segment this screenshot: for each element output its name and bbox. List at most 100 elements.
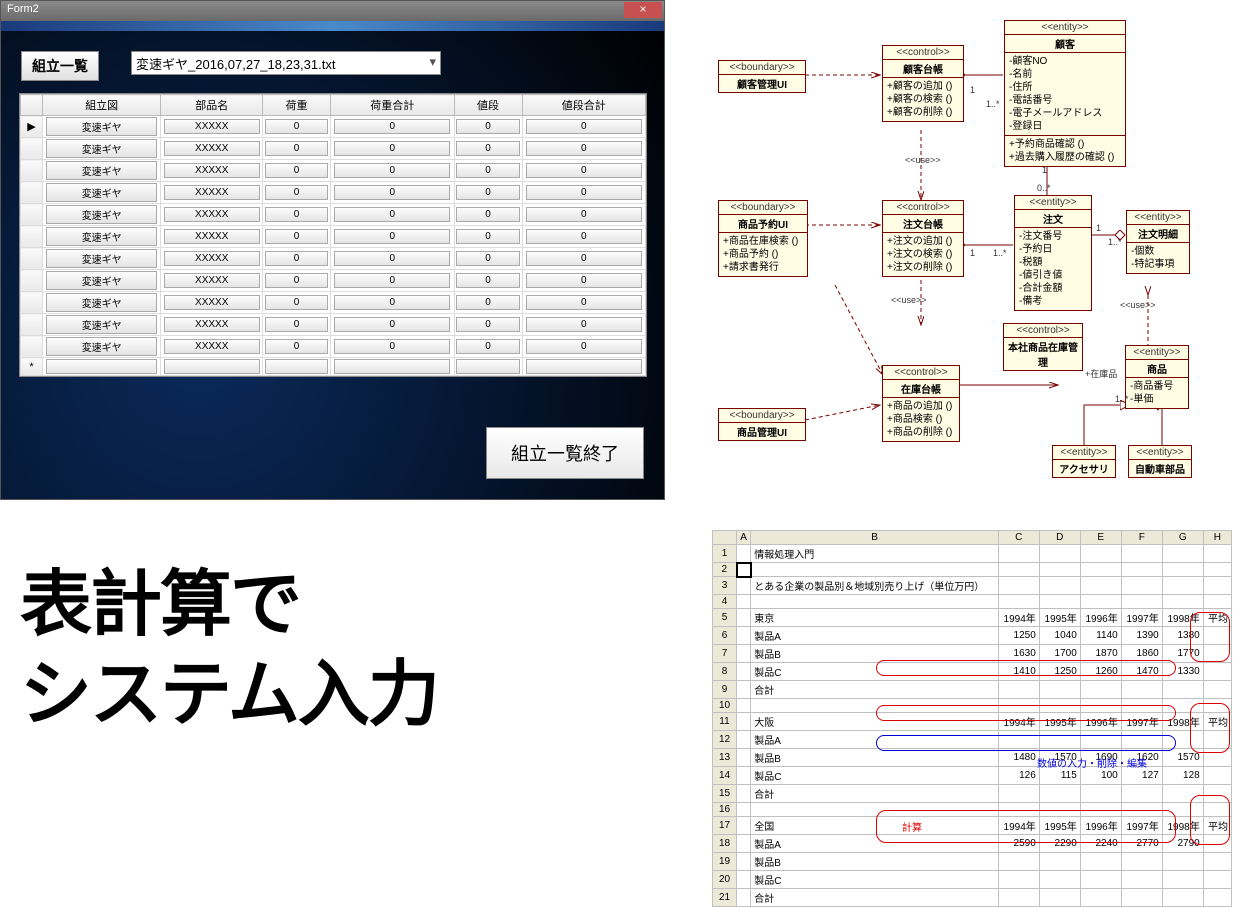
sheet-cell[interactable] [1162, 563, 1203, 577]
sheet-cell[interactable] [1080, 871, 1121, 889]
sheet-cell[interactable] [1162, 699, 1203, 713]
sheet-cell[interactable] [1162, 785, 1203, 803]
grid-column-header[interactable]: 組立図 [43, 95, 161, 116]
sheet-cell[interactable] [737, 645, 751, 663]
grid-new-row[interactable]: * [21, 358, 43, 376]
sheet-cell[interactable]: 合計 [751, 889, 999, 907]
grid-cell[interactable]: 0 [331, 138, 454, 160]
grid-cell[interactable]: XXXXX [161, 270, 263, 292]
sheet-col-header[interactable]: A [737, 531, 751, 545]
grid-cell[interactable]: 0 [263, 182, 331, 204]
grid-cell[interactable]: 変速ギヤ [43, 226, 161, 248]
grid-cell[interactable]: 変速ギヤ [43, 204, 161, 226]
grid-row-header[interactable] [21, 314, 43, 336]
grid-cell[interactable]: 0 [331, 204, 454, 226]
sheet-cell[interactable] [998, 785, 1039, 803]
sheet-cell[interactable] [751, 563, 999, 577]
grid-column-header[interactable]: 部品名 [161, 95, 263, 116]
sheet-cell[interactable] [1203, 785, 1231, 803]
grid-cell[interactable]: 0 [263, 292, 331, 314]
grid-cell[interactable]: 0 [522, 204, 645, 226]
sheet-cell[interactable] [1039, 563, 1080, 577]
sheet-cell[interactable]: 1480 [998, 749, 1039, 767]
grid-row-header[interactable] [21, 292, 43, 314]
sheet-cell[interactable] [1203, 645, 1231, 663]
sheet-cell[interactable] [1162, 545, 1203, 563]
sheet-cell[interactable] [998, 681, 1039, 699]
sheet-cell[interactable] [998, 871, 1039, 889]
sheet-cell[interactable] [1162, 731, 1203, 749]
grid-row-header[interactable] [21, 248, 43, 270]
grid-cell[interactable]: 0 [331, 314, 454, 336]
grid-cell[interactable]: 0 [331, 292, 454, 314]
sheet-cell[interactable] [1203, 731, 1231, 749]
grid-row-header[interactable] [21, 226, 43, 248]
sheet-cell[interactable]: 1998年 [1162, 609, 1203, 627]
sheet-cell[interactable] [737, 871, 751, 889]
sheet-cell[interactable] [998, 803, 1039, 817]
sheet-cell[interactable] [737, 627, 751, 645]
sheet-col-header[interactable]: D [1039, 531, 1080, 545]
sheet-cell[interactable] [1121, 563, 1162, 577]
sheet-row-header[interactable]: 15 [713, 785, 737, 803]
sheet-row-header[interactable]: 7 [713, 645, 737, 663]
grid-cell[interactable]: 0 [454, 314, 522, 336]
sheet-col-header[interactable]: F [1121, 531, 1162, 545]
sheet-cell[interactable] [1039, 871, 1080, 889]
grid-column-header[interactable]: 値段 [454, 95, 522, 116]
sheet-cell[interactable] [751, 595, 999, 609]
sheet-cell[interactable] [1039, 699, 1080, 713]
grid-column-header[interactable]: 荷重合計 [331, 95, 454, 116]
sheet-cell[interactable]: 大阪 [751, 713, 999, 731]
sheet-cell[interactable]: 1995年 [1039, 817, 1080, 835]
grid-cell[interactable]: 0 [263, 248, 331, 270]
sheet-cell[interactable] [737, 785, 751, 803]
sheet-cell[interactable] [737, 545, 751, 563]
sheet-cell[interactable] [1080, 853, 1121, 871]
sheet-cell[interactable] [737, 577, 751, 595]
sheet-cell[interactable] [1121, 545, 1162, 563]
sheet-cell[interactable] [1039, 577, 1080, 595]
sheet-cell[interactable]: 1997年 [1121, 713, 1162, 731]
grid-cell[interactable]: XXXXX [161, 116, 263, 138]
sheet-cell[interactable]: 2290 [1039, 835, 1080, 853]
sheet-cell[interactable] [1203, 835, 1231, 853]
sheet-cell[interactable] [1203, 563, 1231, 577]
sheet-cell[interactable] [737, 699, 751, 713]
grid-cell[interactable]: 0 [522, 292, 645, 314]
sheet-cell[interactable] [1203, 749, 1231, 767]
sheet-cell[interactable]: 製品B [751, 749, 999, 767]
sheet-cell[interactable] [1162, 889, 1203, 907]
sheet-cell[interactable]: 1250 [998, 627, 1039, 645]
grid-cell[interactable]: 0 [454, 270, 522, 292]
sheet-cell[interactable]: 情報処理入門 [751, 545, 999, 563]
sheet-cell[interactable] [1039, 545, 1080, 563]
sheet-cell[interactable]: 1410 [998, 663, 1039, 681]
sheet-cell[interactable]: 東京 [751, 609, 999, 627]
sheet-cell[interactable] [1121, 889, 1162, 907]
sheet-cell[interactable] [1080, 545, 1121, 563]
grid-cell[interactable]: 0 [263, 226, 331, 248]
grid-cell[interactable]: XXXXX [161, 292, 263, 314]
sheet-cell[interactable] [1121, 853, 1162, 871]
grid-cell[interactable]: XXXXX [161, 336, 263, 358]
sheet-cell[interactable] [751, 699, 999, 713]
sheet-cell[interactable] [1162, 595, 1203, 609]
sheet-cell[interactable] [1203, 889, 1231, 907]
sheet-cell[interactable]: 2790 [1162, 835, 1203, 853]
sheet-row-header[interactable]: 6 [713, 627, 737, 645]
sheet-cell[interactable]: 128 [1162, 767, 1203, 785]
sheet-cell[interactable]: 平均 [1203, 609, 1231, 627]
sheet-cell[interactable] [1162, 871, 1203, 889]
sheet-cell[interactable]: 製品A [751, 627, 999, 645]
sheet-cell[interactable]: 製品C [751, 871, 999, 889]
grid-cell[interactable]: 0 [454, 248, 522, 270]
sheet-cell[interactable]: 製品B [751, 853, 999, 871]
sheet-cell[interactable] [1080, 889, 1121, 907]
grid-row-header[interactable] [21, 270, 43, 292]
sheet-cell[interactable]: 1994年 [998, 713, 1039, 731]
sheet-cell[interactable] [1121, 871, 1162, 889]
sheet-cell[interactable]: 1630 [998, 645, 1039, 663]
sheet-cell[interactable]: 1470 [1121, 663, 1162, 681]
sheet-cell[interactable] [1039, 681, 1080, 699]
